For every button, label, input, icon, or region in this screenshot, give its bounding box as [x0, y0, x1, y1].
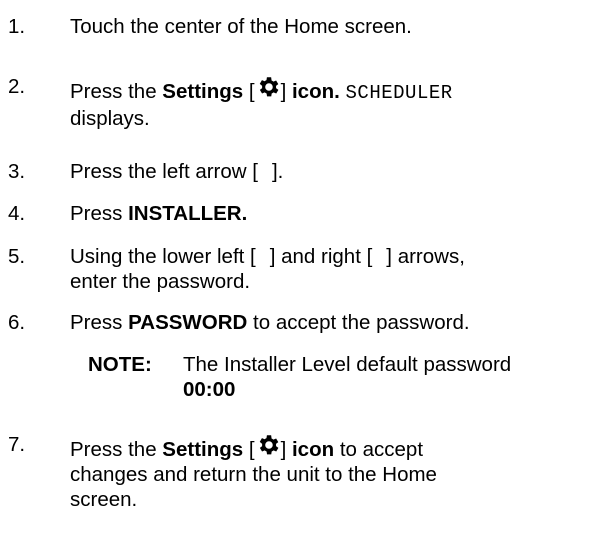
note-text: The Installer Level default password 00:…	[183, 353, 512, 401]
gear-icon	[259, 435, 278, 455]
scheduler-label: SCHEDULER	[345, 82, 453, 104]
step-number: 2.	[8, 75, 26, 98]
step-text: Press the Settings [] icon to accept cha…	[70, 432, 590, 512]
gear-icon	[259, 77, 278, 97]
installer-label: INSTALLER.	[128, 202, 248, 225]
step-number: 1.	[8, 15, 26, 38]
settings-label: Settings	[162, 80, 244, 103]
step-text: Using the lower left [] and right [] arr…	[70, 245, 465, 293]
step-number: 4.	[8, 202, 26, 225]
step-text: Press INSTALLER.	[70, 202, 248, 225]
step-text: Press PASSWORD to accept the password.	[70, 311, 470, 334]
step-number: 6.	[8, 311, 26, 334]
step-text: Press the Settings [] icon. SCHEDULER di…	[70, 74, 590, 131]
step-number: 7.	[8, 433, 26, 456]
default-password-value: 00:00	[183, 378, 236, 401]
step-text: Press the left arrow [].	[70, 160, 284, 183]
password-label: PASSWORD	[128, 311, 248, 334]
step-number: 3.	[8, 160, 26, 183]
note-label: NOTE:	[88, 353, 152, 376]
step-number: 5.	[8, 245, 26, 268]
settings-label: Settings	[162, 438, 244, 461]
step-text: Touch the center of the Home screen.	[70, 15, 412, 38]
